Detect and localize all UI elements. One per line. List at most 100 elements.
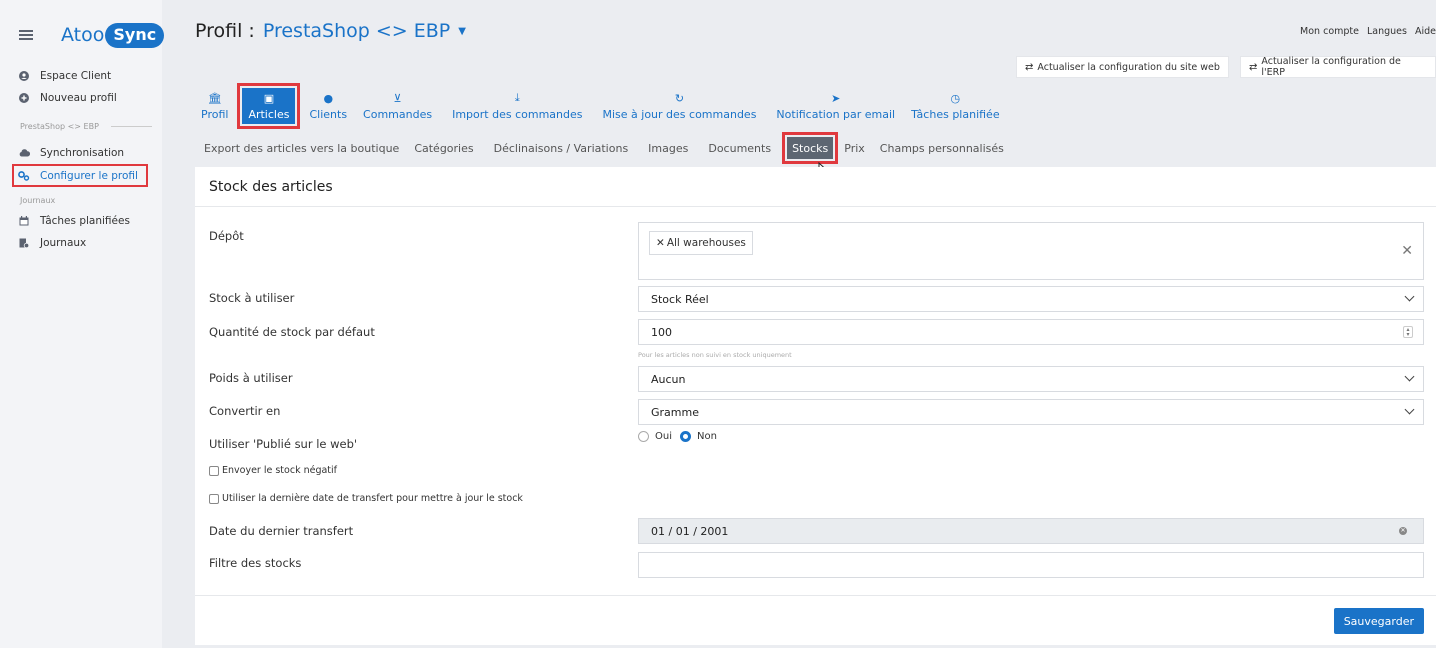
sidebar-item-taches-planifiees[interactable]: Tâches planifiées [8, 211, 158, 230]
publish-radio-group: Oui Non [638, 431, 717, 442]
tag-label: All warehouses [666, 237, 746, 249]
convert-label: Convertir en [209, 404, 281, 418]
sidebar-item-espace-client[interactable]: Espace Client [8, 66, 158, 85]
clear-icon[interactable]: ✕ [1401, 243, 1413, 259]
section-divider [110, 125, 152, 127]
profile-selector[interactable]: PrestaShop <> EBP [263, 20, 450, 42]
filter-input[interactable] [638, 552, 1424, 578]
sidebar-item-label: Configurer le profil [40, 169, 138, 182]
plus-circle-icon [18, 92, 30, 103]
subtab-prix[interactable]: Prix [839, 137, 870, 159]
tab-taches-planifiee[interactable]: ◷ Tâches planifiée [905, 88, 1005, 124]
section-label: Journaux [20, 195, 56, 205]
radio-non-label: Non [697, 431, 717, 442]
tab-label: Notification par email [776, 107, 896, 121]
caret-down-icon[interactable]: ▼ [458, 26, 466, 37]
button-label: Actualiser la configuration du site web [1037, 61, 1220, 73]
bank-icon: 🏛 [207, 91, 222, 105]
depot-multiselect[interactable]: ✕ All warehouses ✕ [638, 222, 1424, 280]
top-links: Mon compte Langues Aide [1300, 26, 1436, 37]
weight-select-value: Aucun [651, 372, 686, 386]
tab-mise-a-jour-commandes[interactable]: ↻ Mise à jour des commandes [592, 88, 766, 124]
logo-sync-badge: Sync [105, 22, 165, 48]
tab-clients[interactable]: ● Clients [303, 88, 353, 124]
sidebar-section-profile: PrestaShop <> EBP [8, 117, 158, 135]
section-label: PrestaShop <> EBP [20, 121, 99, 131]
radio-oui[interactable] [638, 431, 649, 442]
stock-label: Stock à utiliser [209, 291, 295, 305]
aide-link[interactable]: Aide [1415, 26, 1436, 37]
transfer-label: Date du dernier transfert [209, 524, 354, 538]
sub-tabs: Export des articles vers la boutique Cat… [195, 132, 1014, 164]
negative-stock-checkbox[interactable] [209, 465, 219, 476]
spinner-icon[interactable]: ▴ ▾ [1403, 326, 1413, 338]
negative-stock-row: Envoyer le stock négatif [209, 465, 337, 476]
refresh-icon: ⇄ [1249, 61, 1258, 73]
publish-label: Utiliser 'Publié sur le web' [209, 437, 358, 451]
stock-select[interactable]: Stock Réel [638, 286, 1424, 312]
box-icon: ▣ [263, 91, 275, 105]
weight-select[interactable]: Aucun [638, 366, 1424, 392]
convert-select[interactable]: Gramme [638, 399, 1424, 425]
subtab-export-articles[interactable]: Export des articles vers la boutique [195, 137, 404, 159]
clear-date-icon[interactable]: ✕ [1399, 527, 1407, 535]
radio-non[interactable] [680, 431, 691, 442]
sidebar-item-configurer-profil[interactable]: Configurer le profil [12, 164, 148, 187]
cloud-icon [18, 148, 30, 157]
last-date-checkbox[interactable] [209, 493, 219, 504]
convert-select-value: Gramme [651, 405, 699, 419]
refresh-site-config-button[interactable]: ⇄ Actualiser la configuration du site we… [1016, 56, 1229, 78]
remove-tag-icon[interactable]: ✕ [656, 237, 665, 249]
sidebar-section-journaux: Journaux [8, 191, 158, 209]
subtab-stocks[interactable]: Stocks [782, 132, 839, 164]
transfer-date-value: 01 / 01 / 2001 [651, 524, 729, 538]
cogs-icon [18, 170, 30, 181]
stock-select-value: Stock Réel [651, 292, 709, 306]
mon-compte-link[interactable]: Mon compte [1300, 26, 1359, 37]
sidebar-item-label: Nouveau profil [40, 91, 117, 104]
sidebar-item-label: Synchronisation [40, 146, 125, 159]
subtab-documents[interactable]: Documents [698, 137, 781, 159]
transfer-date-input[interactable]: 01 / 01 / 2001 ✕ [638, 518, 1424, 544]
chevron-down-icon [1404, 291, 1415, 302]
download-icon: ⤓ [514, 91, 520, 104]
weight-label: Poids à utiliser [209, 371, 293, 385]
page-title-prefix: Profil : [195, 20, 255, 42]
tab-articles[interactable]: ▣ Articles [237, 83, 301, 129]
sidebar-item-nouveau-profil[interactable]: Nouveau profil [8, 88, 158, 107]
subtab-categories[interactable]: Catégories [404, 137, 483, 159]
tab-commandes[interactable]: ⊻ Commandes [353, 88, 442, 124]
sidebar-item-synchronisation[interactable]: Synchronisation [8, 143, 158, 162]
qty-input[interactable]: 100 ▴ ▾ [638, 319, 1424, 345]
sidebar: Atoo Sync Espace Client Nouveau profil P… [0, 0, 165, 648]
save-button[interactable]: Sauvegarder [1333, 608, 1424, 634]
chevron-down-icon [1404, 404, 1415, 415]
sidebar-item-label: Espace Client [40, 69, 112, 82]
tab-profil[interactable]: 🏛 Profil [195, 88, 234, 124]
hamburger-menu-icon[interactable] [19, 30, 33, 40]
last-date-label: Utiliser la dernière date de transfert p… [222, 493, 523, 504]
sidebar-item-label: Tâches planifiées [40, 214, 130, 227]
warehouse-tag[interactable]: ✕ All warehouses [649, 231, 753, 255]
refresh-erp-config-button[interactable]: ⇄ Actualiser la configuration de l'ERP [1240, 56, 1436, 78]
subtab-images[interactable]: Images [638, 137, 698, 159]
calendar-icon [18, 215, 30, 226]
tab-label: Mise à jour des commandes [602, 107, 757, 121]
atoosync-logo[interactable]: Atoo Sync [61, 22, 165, 48]
radio-oui-label: Oui [655, 431, 672, 442]
subtab-champs-personnalises[interactable]: Champs personnalisés [870, 137, 1014, 159]
chevron-down-icon [1404, 371, 1415, 382]
tab-label: Import des commandes [452, 108, 583, 121]
sidebar-item-journaux[interactable]: Journaux [8, 233, 158, 252]
negative-stock-label: Envoyer le stock négatif [222, 465, 338, 476]
langues-link[interactable]: Langues [1367, 26, 1407, 37]
tab-label: Clients [309, 107, 348, 121]
refresh-icon: ↻ [674, 91, 685, 105]
clock-icon: ◷ [950, 91, 961, 105]
qty-help-text: Pour les articles non suivi en stock uni… [638, 351, 792, 359]
last-date-row: Utiliser la dernière date de transfert p… [209, 493, 523, 504]
tab-import-commandes[interactable]: ⤓ Import des commandes [442, 88, 592, 124]
tab-label: Profil [201, 107, 229, 121]
subtab-declinaisons[interactable]: Déclinaisons / Variations [484, 137, 639, 159]
tab-notification-email[interactable]: ➤ Notification par email [766, 88, 905, 124]
